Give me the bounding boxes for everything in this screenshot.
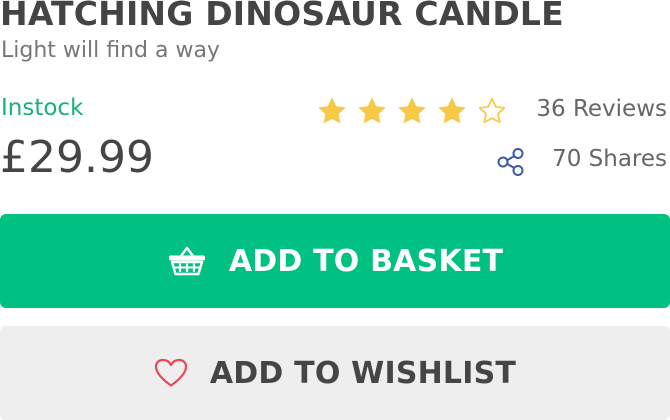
star-filled-icon bbox=[438, 97, 466, 124]
stock-status: Instock bbox=[1, 95, 84, 121]
add-to-wishlist-button[interactable]: ADD TO WISHLIST bbox=[0, 326, 670, 420]
shares-count[interactable]: 70 Shares bbox=[552, 146, 667, 172]
share-icon[interactable] bbox=[495, 146, 527, 178]
star-empty-icon bbox=[478, 97, 506, 124]
heart-icon bbox=[154, 358, 187, 387]
reviews-link[interactable]: 36 Reviews bbox=[536, 96, 667, 122]
product-price: £29.99 bbox=[0, 132, 154, 183]
product-subtitle: Light will find a way bbox=[1, 38, 220, 63]
add-to-basket-button[interactable]: ADD TO BASKET bbox=[0, 214, 670, 308]
product-title: HATCHING DINOSAUR CANDLE bbox=[0, 0, 564, 33]
rating-stars[interactable] bbox=[316, 95, 508, 127]
add-to-basket-label: ADD TO BASKET bbox=[228, 243, 504, 279]
star-filled-icon bbox=[318, 97, 346, 124]
add-to-wishlist-label: ADD TO WISHLIST bbox=[209, 355, 517, 391]
star-filled-icon bbox=[358, 97, 386, 124]
basket-icon bbox=[168, 246, 205, 276]
star-filled-icon bbox=[398, 97, 426, 124]
